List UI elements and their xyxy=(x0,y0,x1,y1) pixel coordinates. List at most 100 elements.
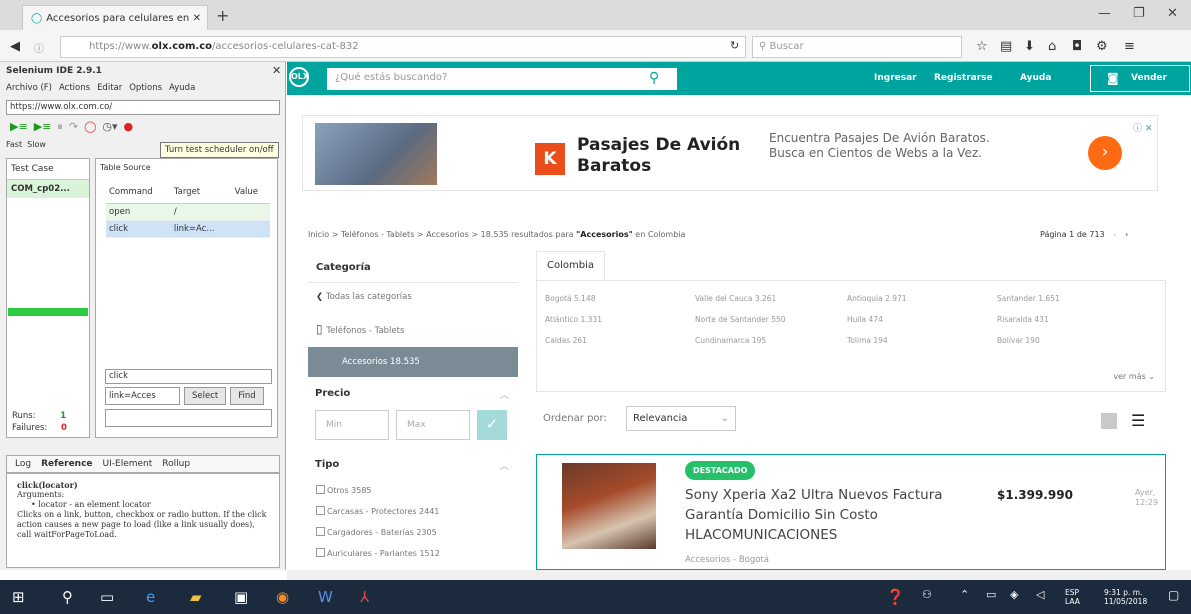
ad-arrow-icon[interactable]: › xyxy=(1088,136,1122,170)
base-url-field[interactable]: https://www.olx.com.co/ xyxy=(6,100,280,115)
menu-options[interactable]: Options xyxy=(129,83,162,93)
chevron-up-icon[interactable]: ︿ xyxy=(500,388,509,401)
listing-card[interactable]: DESTACADO Sony Xperia Xa2 Ultra Nuevos F… xyxy=(536,454,1166,570)
browser-search-field[interactable]: ⚲ Buscar xyxy=(752,36,962,58)
help-icon[interactable]: ❓ xyxy=(886,588,905,606)
tipo-option[interactable]: Otros 3585 xyxy=(316,485,372,495)
location-link[interactable]: Antioquia 2.971 xyxy=(847,294,907,303)
firefox-icon[interactable]: ◉ xyxy=(276,588,289,606)
explorer-icon[interactable]: ▰ xyxy=(190,588,202,606)
tab-reference[interactable]: Reference xyxy=(41,459,92,469)
tipo-option[interactable]: Carcasas - Protectores 2441 xyxy=(316,506,439,516)
category-all[interactable]: ❮ Todas las categorías xyxy=(316,292,412,302)
scheduler-icon[interactable]: ◷▾ xyxy=(102,120,117,134)
chevron-up-icon[interactable]: ︿ xyxy=(500,459,509,472)
rollup-icon[interactable]: ◯ xyxy=(84,120,96,134)
checkbox[interactable] xyxy=(316,485,325,494)
tab-source[interactable]: Source xyxy=(123,163,150,172)
test-case-item[interactable]: COM_cp02... xyxy=(7,180,89,198)
command-input[interactable]: click xyxy=(105,369,272,384)
next-page-icon[interactable]: › xyxy=(1125,230,1128,239)
info-icon[interactable]: ⓘ xyxy=(34,40,44,55)
task-view-icon[interactable]: ▭ xyxy=(100,588,114,606)
step-icon[interactable]: ↷ xyxy=(69,120,78,134)
language-indicator[interactable]: ESP LAA xyxy=(1065,588,1080,606)
ad-choices-icon[interactable]: ⓘ ✕ xyxy=(1133,121,1152,134)
tipo-option[interactable]: Cargadores - Baterías 2305 xyxy=(316,527,437,537)
record-icon[interactable]: ● xyxy=(124,120,134,134)
checkbox[interactable] xyxy=(316,548,325,557)
location-link[interactable]: Risaralda 431 xyxy=(997,315,1049,324)
target-input[interactable]: link=Acces xyxy=(105,387,180,405)
location-link[interactable]: Atlántico 1.331 xyxy=(545,315,602,324)
checkbox[interactable] xyxy=(316,527,325,536)
location-link[interactable]: Bogotá 5.148 xyxy=(545,294,595,303)
browser-tab[interactable]: ◯ Accesorios para celulares en ✕ xyxy=(22,5,208,30)
olx-logo[interactable]: OLX xyxy=(289,67,309,87)
category-phones[interactable]: ▯ Teléfonos - Tablets xyxy=(316,322,404,336)
speed-slider[interactable]: Fast Slow xyxy=(6,140,46,149)
menu-icon[interactable]: ≡ xyxy=(1124,39,1135,54)
menu-ayuda[interactable]: Ayuda xyxy=(169,83,195,93)
ingresar-link[interactable]: Ingresar xyxy=(874,73,917,83)
location-tab[interactable]: Colombia xyxy=(536,251,605,279)
find-button[interactable]: Find xyxy=(230,387,264,405)
home-icon[interactable]: ⌂ xyxy=(1048,39,1056,54)
play-test-icon[interactable]: ▶≡ xyxy=(34,120,52,134)
tray-up-icon[interactable]: ⌃ xyxy=(960,588,969,601)
minimize-icon[interactable]: — xyxy=(1098,6,1111,21)
ver-mas-link[interactable]: ver más ⌄ xyxy=(1113,372,1155,381)
pocket-icon[interactable]: ◘ xyxy=(1072,39,1082,54)
search-icon[interactable]: ⚲ xyxy=(62,588,73,606)
tab-ui-element[interactable]: UI-Element xyxy=(103,459,153,469)
extension-icon[interactable]: ⚙ xyxy=(1096,39,1108,54)
list-view-icon[interactable]: ☰ xyxy=(1131,413,1145,429)
restore-icon[interactable]: ❐ xyxy=(1133,6,1145,21)
library-icon[interactable]: ▤ xyxy=(1000,39,1012,54)
price-max-input[interactable]: Max xyxy=(396,410,470,440)
close-window-icon[interactable]: ✕ xyxy=(1167,6,1178,21)
listing-image[interactable] xyxy=(562,463,656,549)
ad-banner[interactable]: K Pasajes De Avión Baratos Encuentra Pas… xyxy=(302,115,1158,191)
pdf-icon[interactable]: ⅄ xyxy=(360,588,369,606)
value-input[interactable] xyxy=(105,409,272,427)
location-link[interactable]: Norte de Santander 550 xyxy=(695,315,786,324)
menu-actions[interactable]: Actions xyxy=(59,83,90,93)
location-link[interactable]: Valle del Cauca 3.261 xyxy=(695,294,776,303)
notifications-icon[interactable]: ▢ xyxy=(1168,588,1179,602)
reload-icon[interactable]: ↻ xyxy=(730,39,739,52)
menu-archivo[interactable]: Archivo (F) xyxy=(6,83,52,93)
listing-title[interactable]: Sony Xperia Xa2 Ultra Nuevos Factura Gar… xyxy=(685,485,975,545)
horizontal-scrollbar[interactable] xyxy=(287,570,1191,580)
registrarse-link[interactable]: Registrarse xyxy=(934,73,993,83)
select-button[interactable]: Select xyxy=(184,387,227,405)
olx-search-input[interactable]: ¿Qué estás buscando? xyxy=(327,68,677,90)
table-row[interactable]: click link=Ac... xyxy=(106,220,270,238)
tab-rollup[interactable]: Rollup xyxy=(162,459,190,469)
battery-icon[interactable]: ▭ xyxy=(986,588,996,601)
category-selected[interactable]: Accesorios 18.535 xyxy=(308,347,518,377)
url-bar[interactable]: https://www.olx.com.co/accesorios-celula… xyxy=(60,36,746,58)
ayuda-link[interactable]: Ayuda xyxy=(1020,73,1051,83)
search-icon[interactable]: ⚲ xyxy=(649,70,659,86)
volume-icon[interactable]: ◁ xyxy=(1036,588,1044,601)
word-icon[interactable]: W xyxy=(318,588,333,606)
menu-editar[interactable]: Editar xyxy=(97,83,122,93)
close-tab-icon[interactable]: ✕ xyxy=(193,13,201,24)
location-link[interactable]: Bolívar 190 xyxy=(997,336,1040,345)
sort-select[interactable]: Relevancia ⌄ xyxy=(626,406,736,431)
table-row[interactable]: open / xyxy=(106,203,270,221)
grid-view-icon[interactable] xyxy=(1101,413,1117,429)
store-icon[interactable]: ▣ xyxy=(234,588,248,606)
download-icon[interactable]: ⬇ xyxy=(1024,39,1035,54)
location-link[interactable]: Caldas 261 xyxy=(545,336,587,345)
checkbox[interactable] xyxy=(316,506,325,515)
bookmark-star-icon[interactable]: ☆ xyxy=(976,39,988,54)
tab-table[interactable]: Table xyxy=(100,163,121,172)
location-link[interactable]: Cundinamarca 195 xyxy=(695,336,766,345)
windows-start-icon[interactable]: ⊞ xyxy=(12,588,25,606)
play-suite-icon[interactable]: ▶≡ xyxy=(10,120,28,134)
wifi-icon[interactable]: ◈ xyxy=(1010,588,1018,601)
back-icon[interactable]: ◀ xyxy=(10,39,20,54)
price-min-input[interactable]: Min xyxy=(315,410,389,440)
